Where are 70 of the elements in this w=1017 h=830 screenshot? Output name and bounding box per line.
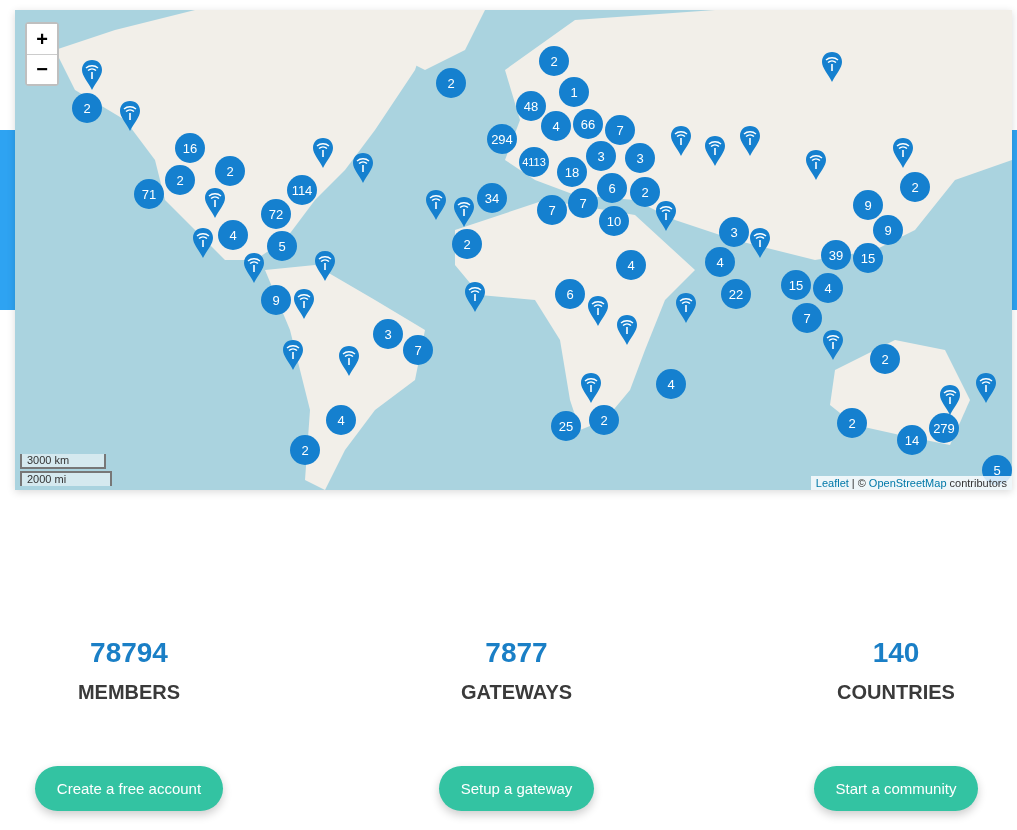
cluster-marker[interactable]: 10 xyxy=(599,206,629,236)
attribution-link[interactable]: Leaflet xyxy=(815,477,849,489)
stat-label: COUNTRIES xyxy=(837,680,955,704)
wifi-pin-icon[interactable] xyxy=(453,196,475,228)
stat-value: 7877 xyxy=(485,636,548,670)
cluster-marker[interactable]: 2 xyxy=(837,408,867,438)
wifi-pin-icon[interactable] xyxy=(580,372,602,404)
action-button[interactable]: Start a community xyxy=(813,766,979,811)
cluster-marker[interactable]: 39 xyxy=(821,240,851,270)
cluster-marker[interactable]: 5 xyxy=(267,231,297,261)
cluster-marker[interactable]: 15 xyxy=(853,243,883,273)
wifi-pin-icon[interactable] xyxy=(892,137,914,169)
scale-bar: 3000 km xyxy=(20,454,106,469)
cluster-marker[interactable]: 9 xyxy=(261,285,291,315)
action-button[interactable]: Setup a gateway xyxy=(438,766,595,811)
wifi-pin-icon[interactable] xyxy=(243,252,265,284)
wifi-pin-icon[interactable] xyxy=(314,250,336,282)
wifi-pin-icon[interactable] xyxy=(675,292,697,324)
cluster-marker[interactable]: 4 xyxy=(656,369,686,399)
cluster-marker[interactable]: 7 xyxy=(537,195,567,225)
zoom-out-button[interactable]: − xyxy=(27,54,57,84)
wifi-pin-icon[interactable] xyxy=(821,51,843,83)
cluster-marker[interactable]: 7 xyxy=(792,303,822,333)
wifi-pin-icon[interactable] xyxy=(587,295,609,327)
stat-label: GATEWAYS xyxy=(460,680,573,704)
cluster-marker[interactable]: 294 xyxy=(487,124,517,154)
cluster-marker[interactable]: 22 xyxy=(721,279,751,309)
wifi-pin-icon[interactable] xyxy=(464,281,486,313)
wifi-pin-icon[interactable] xyxy=(616,314,638,346)
stat-label: MEMBERS xyxy=(77,680,181,704)
cluster-marker[interactable]: 2 xyxy=(72,93,102,123)
wifi-pin-icon[interactable] xyxy=(425,189,447,221)
wifi-pin-icon[interactable] xyxy=(204,187,226,219)
attribution-text: | © xyxy=(851,477,866,489)
cluster-marker[interactable]: 15 xyxy=(781,270,811,300)
wifi-pin-icon[interactable] xyxy=(81,59,103,91)
cluster-marker[interactable]: 3 xyxy=(719,217,749,247)
wifi-pin-icon[interactable] xyxy=(975,372,997,404)
cluster-marker[interactable]: 14 xyxy=(897,425,927,455)
wifi-pin-icon[interactable] xyxy=(293,288,315,320)
cluster-marker[interactable]: 2 xyxy=(290,435,320,465)
wifi-pin-icon[interactable] xyxy=(739,125,761,157)
wifi-pin-icon[interactable] xyxy=(352,152,374,184)
wifi-pin-icon[interactable] xyxy=(192,227,214,259)
cluster-marker[interactable]: 6 xyxy=(597,173,627,203)
wifi-pin-icon[interactable] xyxy=(805,149,827,181)
wifi-pin-icon[interactable] xyxy=(939,384,961,416)
cluster-marker[interactable]: 2 xyxy=(452,229,482,259)
cluster-marker[interactable]: 4 xyxy=(813,273,843,303)
wifi-pin-icon[interactable] xyxy=(312,137,334,169)
wifi-pin-icon[interactable] xyxy=(119,100,141,132)
cluster-marker[interactable]: 34 xyxy=(477,183,507,213)
wifi-pin-icon[interactable] xyxy=(822,329,844,361)
stat-value: 140 xyxy=(872,636,920,670)
cluster-marker[interactable]: 25 xyxy=(551,411,581,441)
stat-value: 78794 xyxy=(90,636,168,670)
scale-bar: 2000 mi xyxy=(20,471,112,486)
cluster-marker[interactable]: 7 xyxy=(403,335,433,365)
cluster-marker[interactable]: 4 xyxy=(705,247,735,277)
action-button[interactable]: Create a free account xyxy=(34,766,224,811)
cluster-marker[interactable]: 2 xyxy=(589,405,619,435)
cluster-marker[interactable]: 2 xyxy=(436,68,466,98)
wifi-pin-icon[interactable] xyxy=(704,135,726,167)
wifi-pin-icon[interactable] xyxy=(282,339,304,371)
attribution-link[interactable]: OpenStreetMap xyxy=(868,477,947,489)
wifi-pin-icon[interactable] xyxy=(749,227,771,259)
wifi-pin-icon[interactable] xyxy=(655,200,677,232)
wifi-pin-icon[interactable] xyxy=(670,125,692,157)
wifi-pin-icon[interactable] xyxy=(338,345,360,377)
cluster-marker[interactable]: 71 xyxy=(134,179,164,209)
